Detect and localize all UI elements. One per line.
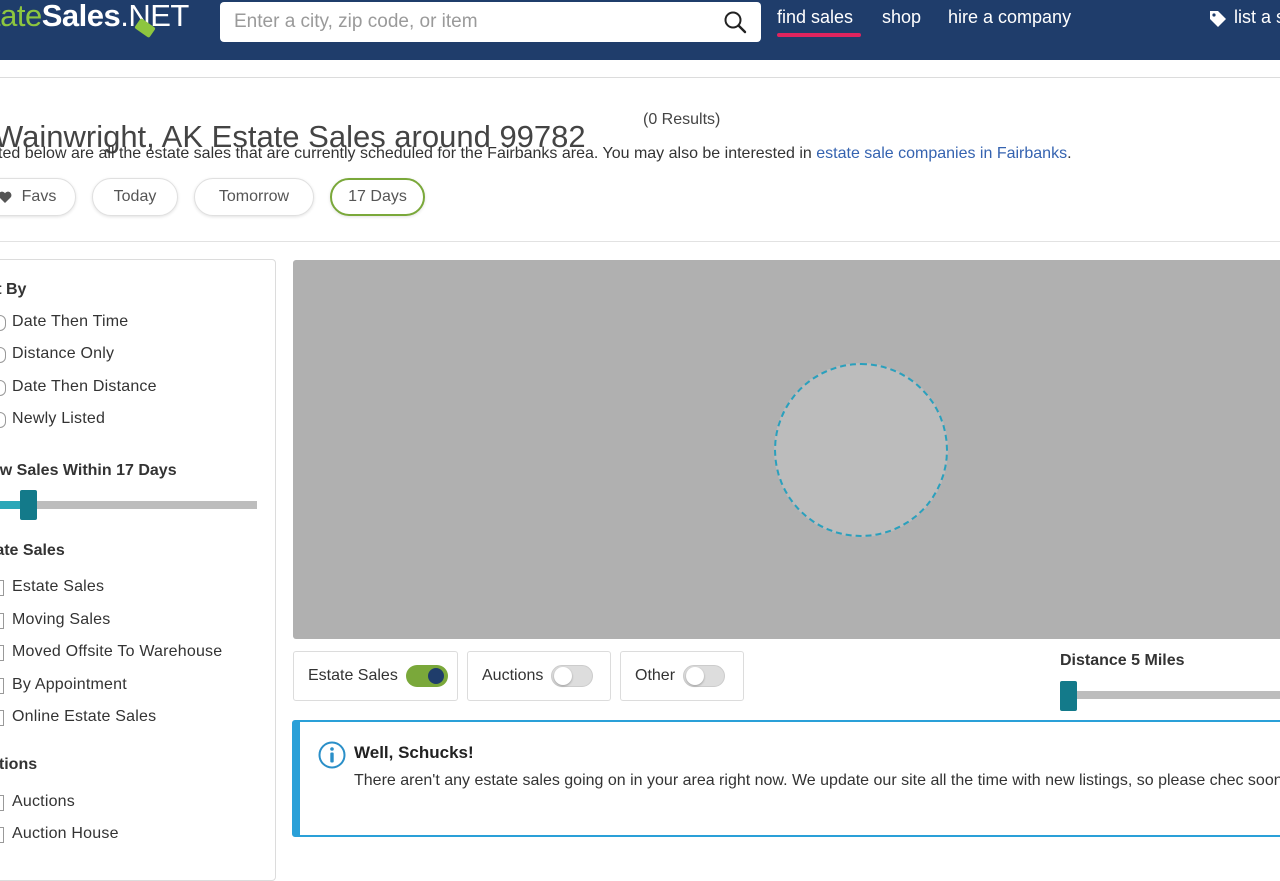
alert-title: Well, Schucks! xyxy=(354,743,474,762)
estate-checkbox[interactable] xyxy=(0,710,4,726)
filter-moved-offsite[interactable]: Moved Offsite To Warehouse xyxy=(12,643,222,661)
tomorrow-pill[interactable]: Tomorrow xyxy=(194,178,314,216)
distance-label: Distance 5 Miles xyxy=(1060,652,1185,669)
alert-message: There aren't any estate sales going on i… xyxy=(354,772,1280,789)
other-toggle[interactable] xyxy=(683,665,726,687)
nav-active-underline xyxy=(777,33,861,37)
distance-slider-track[interactable] xyxy=(1060,691,1280,699)
top-header: tateSales.NET find sales shop hire a com… xyxy=(0,0,1280,60)
search-radius-circle xyxy=(774,363,948,537)
estate-sales-toggle-label: Estate Sales xyxy=(308,667,398,684)
within-days-heading: ow Sales Within 17 Days xyxy=(0,462,177,479)
favs-pill[interactable]: Favs xyxy=(0,178,76,216)
estate-checkbox[interactable] xyxy=(0,580,4,596)
auction-checkbox[interactable] xyxy=(0,795,4,811)
site-logo[interactable]: tateSales.NET xyxy=(0,0,189,34)
other-toggle-label: Other xyxy=(635,667,676,684)
results-count: (0 Results) xyxy=(643,111,721,128)
nav-find-sales[interactable]: find sales xyxy=(777,7,853,28)
estate-checkbox[interactable] xyxy=(0,613,4,629)
estate-sales-toggle-box: Estate Sales xyxy=(293,651,458,701)
info-icon xyxy=(318,741,346,769)
distance-slider-handle[interactable] xyxy=(1060,681,1077,711)
section-divider xyxy=(0,241,1280,242)
auctions-toggle-label: Auctions xyxy=(482,667,544,684)
filter-moving-sales[interactable]: Moving Sales xyxy=(12,611,110,629)
companies-link[interactable]: estate sale companies in Fairbanks xyxy=(816,145,1067,162)
filter-estate-sales[interactable]: Estate Sales xyxy=(12,578,104,596)
nav-list-a-sale[interactable]: list a s xyxy=(1234,7,1280,28)
filter-by-appointment[interactable]: By Appointment xyxy=(12,676,127,694)
filter-online-estate-sales[interactable]: Online Estate Sales xyxy=(12,708,156,726)
other-toggle-box: Other xyxy=(620,651,744,701)
tag-icon xyxy=(1210,11,1226,27)
17-days-pill[interactable]: 17 Days xyxy=(330,178,425,216)
sort-newly-listed[interactable]: Newly Listed xyxy=(12,410,105,428)
filter-auction-house[interactable]: Auction House xyxy=(12,825,119,843)
intro-text: ted below are all the estate sales that … xyxy=(0,145,1072,162)
estate-checkbox[interactable] xyxy=(0,678,4,694)
sort-distance-only[interactable]: Distance Only xyxy=(12,345,114,363)
header-divider xyxy=(0,77,1280,78)
auctions-toggle[interactable] xyxy=(551,665,594,687)
sort-date-then-time[interactable]: Date Then Time xyxy=(12,313,128,331)
search-icon[interactable] xyxy=(723,10,747,34)
days-slider-track[interactable] xyxy=(0,501,257,509)
sort-date-then-distance[interactable]: Date Then Distance xyxy=(12,378,157,396)
auction-checkbox[interactable] xyxy=(0,827,4,843)
nav-hire-a-company[interactable]: hire a company xyxy=(948,7,1071,28)
heart-icon xyxy=(0,191,12,203)
sort-by-heading: rt By xyxy=(0,281,27,298)
estate-sales-toggle[interactable] xyxy=(405,665,448,687)
today-pill[interactable]: Today xyxy=(92,178,178,216)
estate-checkbox[interactable] xyxy=(0,645,4,661)
auctions-heading: ctions xyxy=(0,756,38,773)
auctions-toggle-box: Auctions xyxy=(467,651,611,701)
search-input[interactable] xyxy=(234,2,704,42)
filter-auctions[interactable]: Auctions xyxy=(12,793,75,811)
nav-shop[interactable]: shop xyxy=(882,7,921,28)
days-slider-handle[interactable] xyxy=(20,490,37,520)
estate-sales-heading: tate Sales xyxy=(0,542,65,559)
search-box xyxy=(220,2,761,42)
